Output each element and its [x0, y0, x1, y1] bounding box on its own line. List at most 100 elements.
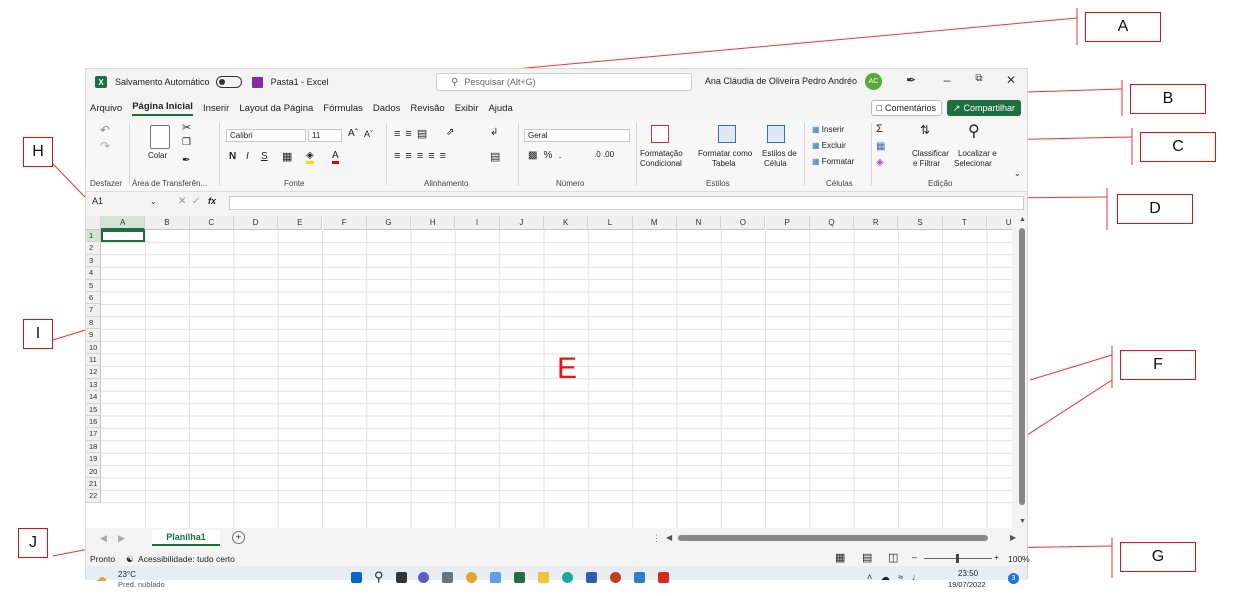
- select-all-corner[interactable]: [86, 216, 101, 230]
- horizontal-scroll-thumb[interactable]: [678, 535, 988, 541]
- column-header-k[interactable]: K: [544, 216, 589, 230]
- borders-icon[interactable]: ▦: [282, 150, 292, 163]
- paste-label[interactable]: Colar: [148, 151, 167, 160]
- row-header-14[interactable]: 14: [86, 391, 101, 404]
- row-header-10[interactable]: 10: [86, 341, 101, 354]
- row-header-4[interactable]: 4: [86, 267, 101, 280]
- autosave-toggle[interactable]: [215, 76, 242, 88]
- page-break-icon[interactable]: ◫: [888, 551, 898, 564]
- delete-cells-button[interactable]: ▦ Excluir: [812, 141, 846, 150]
- teams-icon[interactable]: [418, 572, 429, 583]
- cond-format-label2[interactable]: Condicional: [640, 159, 682, 168]
- tab-formulas[interactable]: Fórmulas: [323, 103, 363, 114]
- row-header-13[interactable]: 13: [86, 378, 101, 392]
- accessibility-status[interactable]: Acessibilidade: tudo certo: [138, 554, 235, 564]
- taskbar-search-icon[interactable]: ⚲: [374, 569, 384, 585]
- store-icon[interactable]: [634, 572, 645, 583]
- avatar[interactable]: AC: [865, 73, 882, 90]
- decimal-icons[interactable]: .0 .00: [594, 150, 614, 159]
- share-button[interactable]: ↗ Compartilhar: [946, 100, 1021, 116]
- app-icon[interactable]: [490, 572, 501, 583]
- column-header-q[interactable]: Q: [809, 216, 855, 230]
- vertical-scrollbar[interactable]: ▲ ▼: [1017, 216, 1027, 528]
- merge-icon[interactable]: ▤: [490, 150, 500, 163]
- weather-temp[interactable]: 23°C: [118, 570, 136, 579]
- column-header-n[interactable]: N: [676, 216, 722, 230]
- paste-icon[interactable]: [150, 125, 170, 149]
- row-header-11[interactable]: 11: [86, 354, 101, 367]
- sort-label2[interactable]: e Filtrar: [913, 159, 940, 168]
- powerpoint-icon[interactable]: [610, 572, 621, 583]
- close-icon[interactable]: ✕: [1003, 73, 1019, 87]
- edge-icon[interactable]: [562, 572, 573, 583]
- zoom-in-icon[interactable]: +: [994, 552, 999, 562]
- column-header-p[interactable]: P: [765, 216, 810, 230]
- row-header-3[interactable]: 3: [86, 254, 101, 268]
- column-header-e[interactable]: E: [278, 216, 323, 230]
- row-header-22[interactable]: 22: [86, 490, 101, 503]
- row-header-5[interactable]: 5: [86, 279, 101, 292]
- font-size-select[interactable]: 11: [308, 129, 342, 142]
- chrome-icon[interactable]: [466, 572, 477, 583]
- function-icon[interactable]: fx: [208, 196, 216, 206]
- name-box[interactable]: A1: [88, 196, 158, 210]
- column-header-m[interactable]: M: [632, 216, 677, 230]
- row-header-1[interactable]: 1: [86, 230, 101, 243]
- clear-icon[interactable]: ◈: [876, 157, 884, 168]
- zoom-level[interactable]: 100%: [1008, 554, 1030, 564]
- font-name-select[interactable]: Calibri: [226, 129, 306, 142]
- row-header-20[interactable]: 20: [86, 465, 101, 478]
- column-header-f[interactable]: F: [322, 216, 367, 230]
- split-handle-icon[interactable]: ⋮: [652, 533, 661, 544]
- search-input[interactable]: ⚲ Pesquisar (Alt+G): [436, 73, 692, 91]
- zoom-out-icon[interactable]: –: [912, 552, 917, 562]
- column-header-h[interactable]: H: [411, 216, 456, 230]
- excel-taskbar-icon[interactable]: [514, 572, 525, 583]
- orientation-icon[interactable]: ⇗: [446, 127, 454, 138]
- format-painter-icon[interactable]: ✒: [182, 155, 190, 166]
- tab-exibir[interactable]: Exibir: [455, 103, 479, 114]
- tab-arquivo[interactable]: Arquivo: [90, 103, 122, 114]
- row-header-7[interactable]: 7: [86, 304, 101, 317]
- acrobat-icon[interactable]: [658, 572, 669, 583]
- format-table-label[interactable]: Formatar como: [698, 149, 752, 158]
- column-header-i[interactable]: I: [455, 216, 500, 230]
- column-header-o[interactable]: O: [721, 216, 766, 230]
- copy-icon[interactable]: ❐: [182, 137, 191, 148]
- bold-icon[interactable]: N: [229, 151, 236, 162]
- tray-icons[interactable]: ˄ ☁ ≈ ♩: [867, 572, 924, 583]
- column-header-j[interactable]: J: [499, 216, 544, 230]
- formula-input[interactable]: [229, 196, 1024, 210]
- column-header-r[interactable]: R: [854, 216, 899, 230]
- cell-styles-label2[interactable]: Célula: [764, 159, 787, 168]
- number-icons[interactable]: ▩%․: [528, 150, 568, 161]
- add-sheet-button[interactable]: +: [232, 531, 245, 544]
- cond-format-label[interactable]: Formatação: [640, 149, 683, 158]
- cell-styles-label[interactable]: Estilos de: [762, 149, 797, 158]
- restore-icon[interactable]: ⧉: [971, 73, 987, 84]
- font-color-icon[interactable]: A: [332, 150, 339, 164]
- format-table-icon[interactable]: [718, 125, 736, 143]
- clock-date[interactable]: 19/07/2022: [948, 580, 986, 589]
- row-header-19[interactable]: 19: [86, 453, 101, 466]
- italic-icon[interactable]: I: [246, 151, 249, 162]
- find-label[interactable]: Localizar e: [958, 149, 997, 158]
- wrap-text-icon[interactable]: ↲: [490, 127, 498, 138]
- tab-pagina-inicial[interactable]: Página Inicial: [132, 101, 193, 116]
- column-header-a[interactable]: A: [101, 216, 146, 230]
- tab-revisao[interactable]: Revisão: [410, 103, 444, 114]
- scroll-right-icon[interactable]: ▶: [1010, 533, 1016, 542]
- minimize-icon[interactable]: –: [939, 73, 955, 87]
- row-header-16[interactable]: 16: [86, 416, 101, 429]
- column-header-l[interactable]: L: [588, 216, 633, 230]
- number-format-select[interactable]: Geral: [524, 129, 630, 142]
- calculator-icon[interactable]: [442, 572, 453, 583]
- redo-icon[interactable]: ↷: [100, 139, 110, 153]
- sheet-prev-icon[interactable]: ◀: [100, 533, 107, 544]
- vertical-scroll-thumb[interactable]: [1019, 228, 1025, 505]
- cancel-icon[interactable]: ✕: [178, 196, 186, 207]
- align-left-icons[interactable]: ≡≡≡≡≡: [394, 150, 451, 162]
- tab-dados[interactable]: Dados: [373, 103, 400, 114]
- column-header-g[interactable]: G: [366, 216, 412, 230]
- find-label2[interactable]: Selecionar: [954, 159, 992, 168]
